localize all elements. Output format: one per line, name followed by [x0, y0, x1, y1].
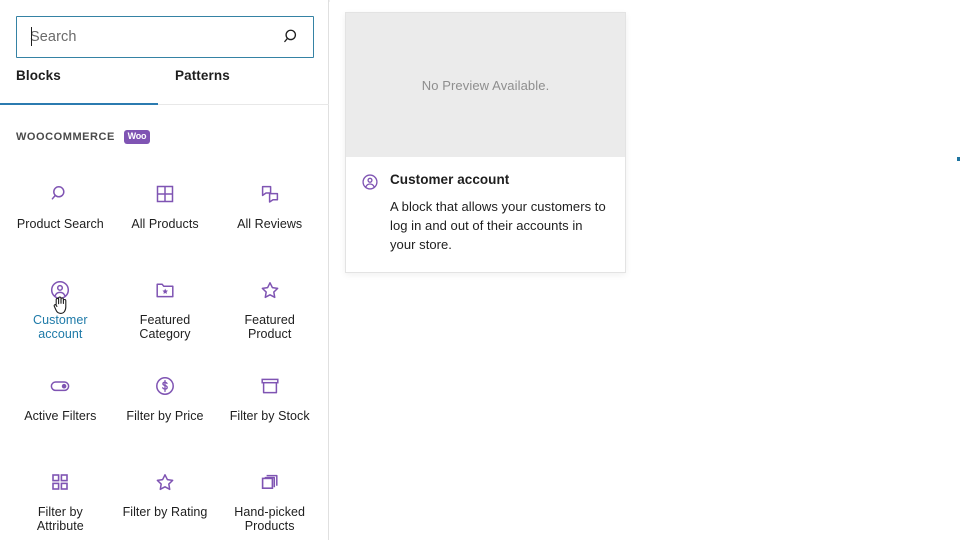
star-icon	[261, 282, 279, 299]
text-cursor	[31, 27, 32, 46]
preview-description: A block that allows your customers to lo…	[390, 199, 606, 252]
dollar-coin-icon	[156, 377, 174, 395]
block-preview-popover: No Preview Available. Customer account A…	[345, 12, 626, 273]
no-preview-text: No Preview Available.	[421, 77, 550, 93]
four-squares-icon	[52, 474, 69, 490]
block-item-label: Customer account	[33, 313, 88, 341]
grid-icon	[156, 185, 174, 203]
star-icon	[156, 474, 174, 491]
preview-title: Customer account	[390, 172, 510, 187]
block-item-filter-by-stock[interactable]: Filter by Stock	[217, 358, 322, 440]
active-tab-indicator	[0, 103, 158, 105]
block-type-grid: Product Search All Products All Reviews	[8, 166, 322, 536]
preview-media-area: No Preview Available.	[346, 13, 625, 157]
account-avatar-icon	[51, 280, 70, 300]
tab-blocks[interactable]: Blocks	[16, 68, 61, 104]
woo-logo-icon: Woo	[123, 130, 150, 144]
block-item-label: Filter by Price	[126, 409, 204, 423]
block-item-label: Featured Product	[244, 313, 295, 341]
block-item-filter-by-price[interactable]: Filter by Price	[113, 358, 218, 440]
block-item-hand-picked-products[interactable]: Hand-picked Products	[217, 454, 322, 536]
stacked-squares-icon	[261, 474, 278, 489]
search-input[interactable]	[16, 16, 314, 58]
block-item-filter-by-rating[interactable]: Filter by Rating	[113, 454, 218, 536]
block-inserter-panel: Blocks Patterns WOOCOMMERCE Woo Product …	[0, 0, 329, 540]
preview-info: Customer account A block that allows you…	[346, 157, 625, 272]
block-item-product-search[interactable]: Product Search	[8, 166, 113, 248]
block-item-all-reviews[interactable]: All Reviews	[217, 166, 322, 248]
block-item-label: Featured Category	[139, 313, 191, 341]
block-item-active-filters[interactable]: Active Filters	[8, 358, 113, 440]
comments-icon	[261, 185, 278, 203]
block-item-filter-by-attribute[interactable]: Filter by Attribute	[8, 454, 113, 536]
category-title: WOOCOMMERCE	[16, 131, 115, 143]
block-item-label: All Products	[131, 217, 199, 231]
block-item-featured-product[interactable]: Featured Product	[217, 262, 322, 344]
category-heading: WOOCOMMERCE Woo	[16, 130, 150, 144]
folder-star-icon	[156, 283, 174, 298]
block-item-all-products[interactable]: All Products	[113, 166, 218, 248]
block-item-label: All Reviews	[237, 217, 303, 231]
archive-box-icon	[261, 378, 279, 394]
block-item-customer-account[interactable]: Customer account	[8, 262, 113, 344]
search-field-wrapper[interactable]	[16, 16, 314, 58]
block-item-label: Filter by Stock	[229, 409, 310, 423]
block-item-label: Filter by Rating	[122, 505, 208, 519]
block-item-label: Filter by Attribute	[36, 505, 84, 533]
search-icon	[51, 186, 65, 200]
toggle-icon	[50, 381, 70, 392]
block-item-featured-category[interactable]: Featured Category	[113, 262, 218, 344]
preview-title-row: Customer account	[360, 171, 609, 192]
block-item-label: Product Search	[16, 217, 104, 231]
inserter-tablist: Blocks Patterns	[0, 68, 329, 105]
block-item-label: Hand-picked Products	[234, 505, 306, 533]
block-item-label: Active Filters	[24, 409, 97, 423]
account-avatar-icon	[362, 174, 378, 190]
tab-patterns[interactable]: Patterns	[175, 68, 230, 104]
